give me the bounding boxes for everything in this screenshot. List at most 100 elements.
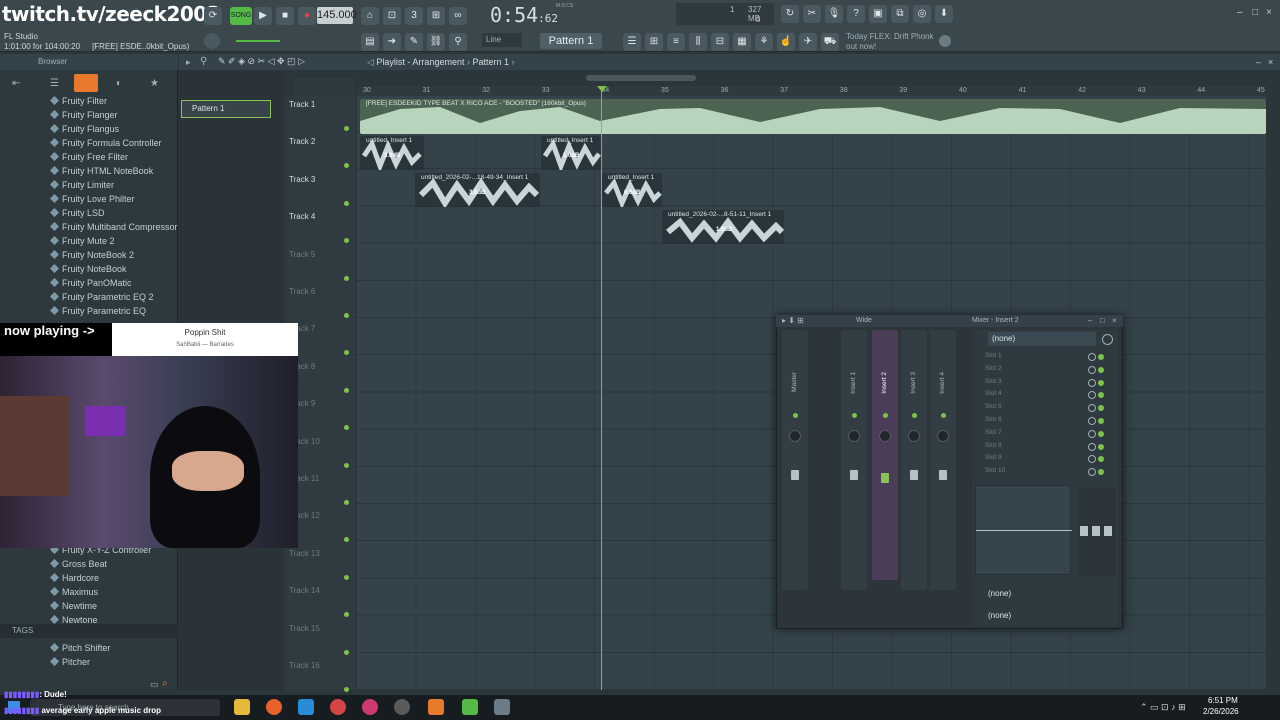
mic-icon[interactable]: 🎙 xyxy=(825,5,843,23)
browser-plugin-item[interactable]: Fruity PanOMatic xyxy=(50,276,132,290)
mixer-strip[interactable] xyxy=(782,330,808,590)
fx-slot-enable-led[interactable] xyxy=(1098,443,1104,450)
pencil-icon[interactable]: ✎ xyxy=(405,33,423,51)
mixer-close-icon[interactable]: × xyxy=(1112,316,1117,325)
stamp-icon[interactable]: ⚲ xyxy=(449,33,467,51)
browser-plugin-item[interactable]: Fruity Formula Controller xyxy=(50,136,162,150)
fx-enable-icon[interactable] xyxy=(1102,334,1113,345)
fx-slot-enable-led[interactable] xyxy=(1098,366,1104,373)
snap-icon[interactable]: ▤ xyxy=(361,33,379,51)
refresh-icon[interactable]: ↻ xyxy=(781,5,799,23)
metronome-icon[interactable]: ⌂ xyxy=(361,7,379,25)
playlist-menu-icon[interactable]: ▸ xyxy=(186,57,191,68)
track-mute-led[interactable] xyxy=(344,387,349,393)
track-name[interactable]: Track 4 xyxy=(289,212,315,221)
fx-slot[interactable]: Slot 3 xyxy=(985,378,1105,390)
browser-icon[interactable]: ▦ xyxy=(733,33,751,51)
pattern-song-icon[interactable]: ⟳ xyxy=(204,7,222,25)
fx-slot[interactable]: Slot 1 xyxy=(985,352,1105,364)
browser-plugin-item[interactable]: Pitcher xyxy=(50,655,90,669)
channel-rack-icon[interactable]: ≡ xyxy=(667,33,685,51)
track-mute-led[interactable] xyxy=(344,313,349,318)
playhead-marker-icon[interactable] xyxy=(597,86,607,92)
browser-plugin-item[interactable]: Pitch Shifter xyxy=(50,641,111,655)
eq-band-sliders[interactable] xyxy=(1078,488,1116,576)
mixer-strip[interactable] xyxy=(901,330,927,590)
maximize-icon[interactable]: □ xyxy=(1252,8,1262,18)
track-mute-led[interactable] xyxy=(344,574,349,580)
discord-icon[interactable] xyxy=(494,699,510,715)
mixer-strip-led[interactable] xyxy=(912,413,917,418)
pan-knob[interactable] xyxy=(848,430,860,442)
browser-plugin-item[interactable]: Fruity NoteBook 2 xyxy=(50,248,134,262)
system-tray-icons[interactable]: ⌃ ▭ ⊡ ♪ ⊞ xyxy=(1140,702,1186,713)
browser-plugin-item[interactable]: Newtime xyxy=(50,599,97,613)
browser-plugin-item[interactable]: Maximus xyxy=(50,585,98,599)
fx-slot[interactable]: Slot 2 xyxy=(985,365,1105,377)
pattern-list-item[interactable]: Pattern 1 xyxy=(181,100,271,118)
plugin-db-icon[interactable] xyxy=(74,74,98,92)
browser-plugin-item[interactable]: Fruity Parametric EQ 2 xyxy=(50,290,154,304)
plugin-picker-icon[interactable]: ⚘ xyxy=(755,33,773,51)
tempo-display[interactable]: 145.000 xyxy=(317,7,357,24)
app-icon[interactable] xyxy=(462,699,478,715)
track-mute-led[interactable] xyxy=(344,649,349,655)
browser-plugin-item[interactable]: Fruity Multiband Compressor xyxy=(50,220,178,234)
mixer-minimize-icon[interactable]: – xyxy=(1088,316,1092,325)
chat-icon[interactable]: ◎ xyxy=(913,5,931,23)
mixer-strip-led[interactable] xyxy=(793,413,798,418)
firefox-icon[interactable] xyxy=(266,699,282,715)
fx-slot-enable-led[interactable] xyxy=(1098,456,1104,463)
pattern-selector[interactable]: Pattern 1 xyxy=(540,33,602,49)
browser-plugin-item[interactable]: Fruity Flanger xyxy=(50,108,118,122)
step-edit-icon[interactable]: ⊞ xyxy=(427,7,445,25)
browser-plugin-item[interactable]: Fruity Flangus xyxy=(50,122,119,136)
snap-magnet-icon[interactable]: ⚲ xyxy=(200,56,207,67)
pan-knob[interactable] xyxy=(879,430,891,442)
fx-slot-mix-knob[interactable] xyxy=(1088,442,1096,451)
mixer-strip-led[interactable] xyxy=(941,413,946,418)
browser-plugin-item[interactable]: Hardcore xyxy=(50,571,99,585)
playlist-icon[interactable]: ☰ xyxy=(623,33,641,51)
loop-record-icon[interactable]: ∞ xyxy=(449,7,467,25)
song-mode-toggle[interactable]: SONG xyxy=(230,7,252,25)
browser-plugin-item[interactable]: Fruity Love Philter xyxy=(50,192,135,206)
fx-slot-mix-knob[interactable] xyxy=(1088,353,1096,361)
fx-slot-mix-knob[interactable] xyxy=(1088,378,1096,387)
output-routing[interactable]: (none) xyxy=(988,611,1011,620)
cart-icon[interactable]: ⛟ xyxy=(821,33,839,51)
browser-plugin-item[interactable]: Fruity Parametric EQ xyxy=(50,304,146,318)
touch-icon[interactable]: ☝ xyxy=(777,33,795,51)
fx-slot-mix-knob[interactable] xyxy=(1088,468,1096,477)
wait-input-icon[interactable]: ⊡ xyxy=(383,7,401,25)
sound-icon[interactable]: ◐ xyxy=(116,78,122,89)
track-name[interactable]: Track 1 xyxy=(289,100,315,109)
fl-studio-icon[interactable] xyxy=(428,699,444,715)
volume-fader[interactable] xyxy=(881,473,889,483)
fx-slot[interactable]: Slot 7 xyxy=(985,429,1105,441)
audio-clip[interactable]: untitled_Insert 1 1.0dB xyxy=(541,136,601,170)
fx-slot-enable-led[interactable] xyxy=(1098,392,1104,399)
fx-slot-enable-led[interactable] xyxy=(1098,379,1104,386)
browser-plugin-item[interactable]: Fruity Mute 2 xyxy=(50,234,115,248)
mixer-strip[interactable] xyxy=(841,330,867,590)
plugin-icon[interactable]: ⧉ xyxy=(891,5,909,23)
help-icon[interactable]: ? xyxy=(847,5,865,23)
track-name[interactable]: Track 5 xyxy=(289,250,315,259)
cut-icon[interactable]: ✂ xyxy=(803,5,821,23)
browser-plugin-item[interactable]: Fruity HTML NoteBook xyxy=(50,164,153,178)
audio-clip[interactable]: untitled_Insert 1 3.8dB xyxy=(360,136,424,170)
fx-slot-enable-led[interactable] xyxy=(1098,430,1104,437)
play-button[interactable]: ▶ xyxy=(254,7,272,25)
steam-icon[interactable] xyxy=(298,699,314,715)
track-mute-led[interactable] xyxy=(344,462,349,468)
mixer-icon[interactable]: ⫼ xyxy=(689,33,707,51)
playlist-close-icon[interactable]: × xyxy=(1268,57,1273,67)
browser-plugin-item[interactable]: Fruity NoteBook xyxy=(50,262,127,276)
volume-fader[interactable] xyxy=(910,470,918,480)
pan-knob[interactable] xyxy=(908,430,920,442)
audio-clip-main[interactable]: [FREE] ESDEEKID TYPE BEAT X RICO ACE - "… xyxy=(360,99,1266,134)
track-mute-led[interactable] xyxy=(344,500,349,505)
track-name[interactable]: Track 6 xyxy=(289,287,315,296)
fx-preset-select[interactable]: (none) xyxy=(988,332,1096,346)
